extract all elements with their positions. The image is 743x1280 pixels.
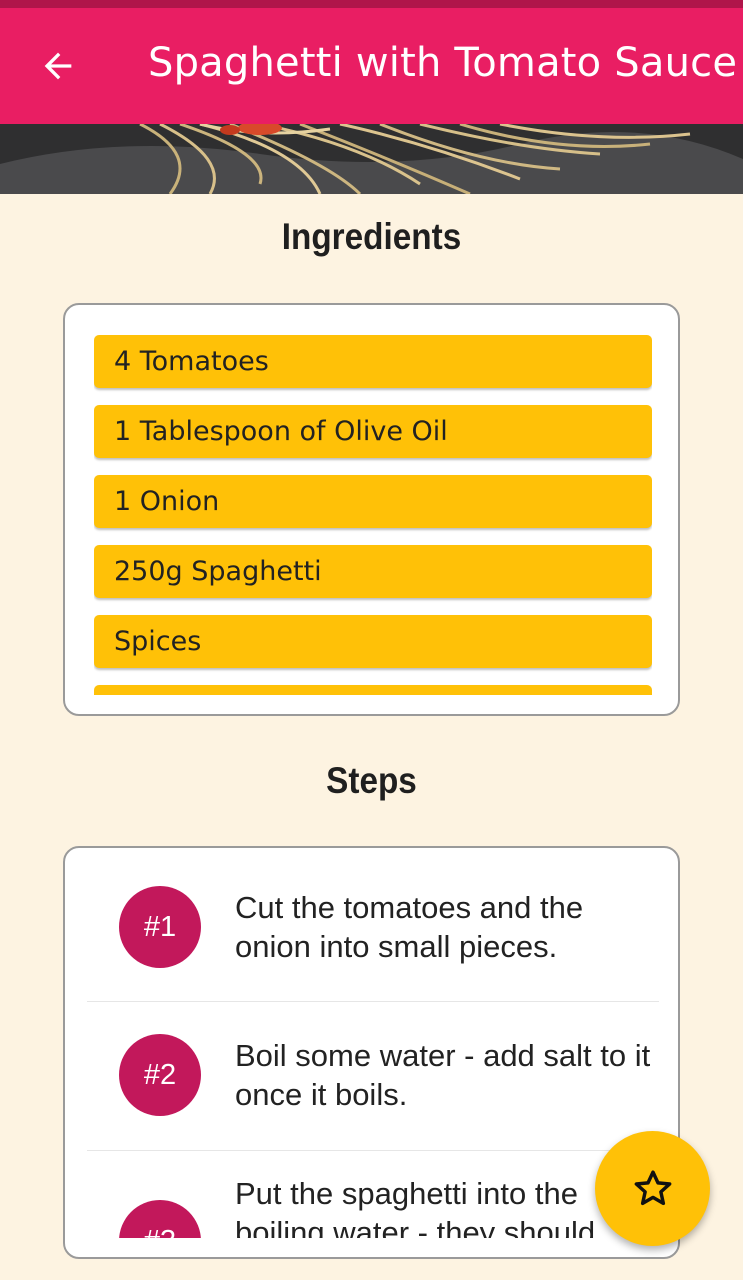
step-item: #1 Cut the tomatoes and the onion into s… [87,848,659,996]
arrow-left-icon [44,52,72,80]
step-item: #2 Boil some water - add salt to it once… [87,996,659,1144]
step-text: Boil some water - add salt to it once it… [235,1038,651,1112]
step-text: Cut the tomatoes and the onion into smal… [235,890,584,964]
ingredient-item[interactable]: Spices [94,615,652,668]
ingredients-card[interactable]: 4 Tomatoes 1 Tablespoon of Olive Oil 1 O… [63,303,680,716]
star-outline-icon [634,1169,671,1205]
ingredient-item[interactable]: 250g Spaghetti [94,545,652,598]
ingredients-heading: Ingredients [281,216,462,257]
ingredient-item[interactable] [94,685,652,695]
favorite-button[interactable] [595,1131,710,1246]
step-text: Put the spaghetti into the boiling water… [235,1176,596,1238]
steps-heading: Steps [326,760,417,801]
steps-list[interactable]: #1 Cut the tomatoes and the onion into s… [65,848,678,1238]
step-item: #3 Put the spaghetti into the boiling wa… [87,1144,659,1238]
steps-card[interactable]: #1 Cut the tomatoes and the onion into s… [63,846,680,1259]
app-bar: Spaghetti with Tomato Sauce [0,8,743,124]
back-button[interactable] [24,38,92,94]
ingredient-item[interactable]: 1 Onion [94,475,652,528]
recipe-image [0,124,743,194]
ingredient-item[interactable]: 1 Tablespoon of Olive Oil [94,405,652,458]
step-number-badge: #2 [119,1034,201,1116]
ingredient-item[interactable]: 4 Tomatoes [94,335,652,388]
step-number-badge: #1 [119,886,201,968]
page-title: Spaghetti with Tomato Sauce [148,40,738,86]
ingredients-list[interactable]: 4 Tomatoes 1 Tablespoon of Olive Oil 1 O… [94,335,652,695]
status-bar [0,0,743,8]
step-number-badge: #3 [119,1200,201,1238]
